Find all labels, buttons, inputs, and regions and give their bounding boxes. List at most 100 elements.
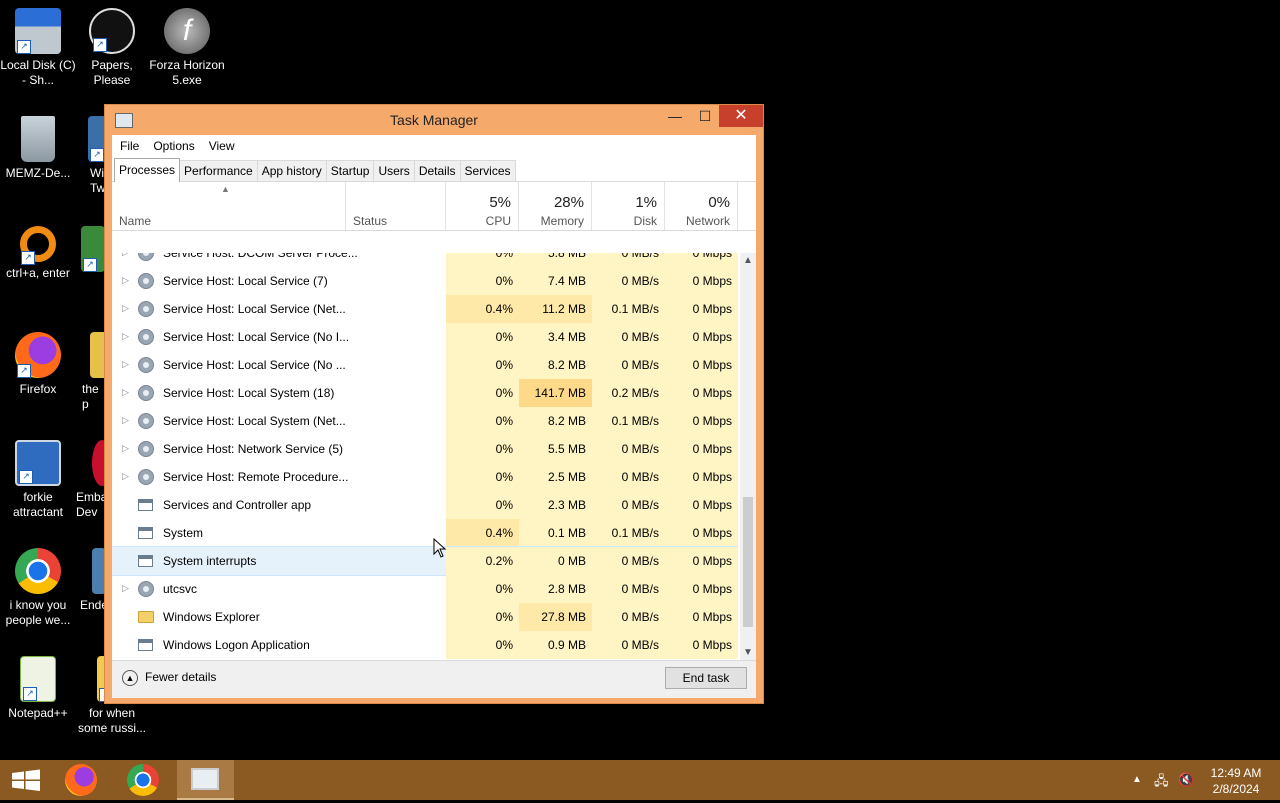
- start-button[interactable]: [0, 760, 54, 800]
- taskbar-chrome[interactable]: [116, 760, 170, 800]
- expand-chevron-icon[interactable]: ▷: [122, 359, 130, 370]
- end-task-button[interactable]: End task: [665, 667, 747, 689]
- app-window-icon: [138, 553, 154, 568]
- minimize-button[interactable]: —: [661, 105, 689, 127]
- desktop-icon-the-p[interactable]: the p: [74, 332, 104, 412]
- show-hidden-icons-icon[interactable]: ▲: [1132, 774, 1142, 785]
- papers-please-icon: ↗: [89, 8, 135, 54]
- process-row[interactable]: ▷ Service Host: Remote Procedure... 0% 2.5 …: [112, 463, 738, 491]
- taskbar-firefox[interactable]: [54, 760, 108, 800]
- process-name: Service Host: Local Service (No I...: [163, 330, 350, 344]
- desktop-icon-firefox[interactable]: ↗ Firefox: [0, 332, 76, 397]
- desktop-icon-papers-please[interactable]: ↗ Papers, Please: [74, 8, 150, 88]
- process-cpu: 0%: [446, 575, 519, 603]
- close-button[interactable]: ✕: [719, 105, 763, 127]
- mouse-cursor-icon: [433, 538, 447, 558]
- gear-icon: [138, 329, 154, 345]
- process-disk: 0 MB/s: [592, 253, 665, 267]
- process-name: Service Host: Local Service (No ...: [163, 358, 346, 372]
- desktop-icon-emba[interactable]: Emba Dev: [74, 440, 104, 520]
- desktop-icon-partial-h[interactable]: ↗: [80, 226, 106, 276]
- column-cpu[interactable]: 5% CPU: [446, 182, 519, 230]
- process-cpu: 0%: [446, 491, 519, 519]
- network-icon[interactable]: 🖧: [1154, 772, 1169, 794]
- menu-view[interactable]: View: [209, 139, 235, 153]
- process-row[interactable]: ▷ Service Host: Local System (Net... 0% 8.2…: [112, 407, 738, 435]
- gear-icon: [138, 385, 154, 401]
- process-row[interactable]: ▷ Service Host: Network Service (5) 0% 5.5 …: [112, 435, 738, 463]
- process-cpu: 0%: [446, 631, 519, 659]
- process-disk: 0 MB/s: [592, 491, 665, 519]
- scroll-up-icon[interactable]: ▲: [740, 253, 756, 269]
- expand-chevron-icon[interactable]: ▷: [122, 387, 130, 398]
- expand-chevron-icon[interactable]: ▷: [122, 253, 130, 258]
- task-manager-icon: [191, 768, 219, 790]
- task-manager-window[interactable]: Task Manager — ☐ ✕ File Options View Pro…: [104, 104, 764, 704]
- tab-processes[interactable]: Processes: [114, 158, 181, 182]
- process-name: utcsvc: [163, 582, 198, 596]
- process-name: Service Host: Local Service (Net...: [163, 302, 346, 316]
- process-memory: 8.2 MB: [519, 407, 592, 435]
- tab-services[interactable]: Services: [459, 160, 516, 181]
- desktop-icon-chrome[interactable]: i know you people we...: [0, 548, 76, 628]
- expand-chevron-icon[interactable]: ▷: [122, 471, 130, 482]
- process-cpu: 0%: [446, 463, 519, 491]
- scroll-thumb[interactable]: [743, 497, 753, 627]
- title-bar[interactable]: Task Manager — ☐ ✕: [105, 105, 763, 135]
- desktop-icon-memz[interactable]: MEMZ-De...: [0, 116, 76, 181]
- column-status[interactable]: Status: [346, 182, 446, 230]
- taskbar-task-manager[interactable]: [177, 760, 234, 800]
- taskbar: ▲ 🖧 🔇 12:49 AM 2/8/2024: [0, 760, 1280, 800]
- desktop-icon-ende[interactable]: Ende: [74, 548, 104, 613]
- clock[interactable]: 12:49 AM 2/8/2024: [1198, 765, 1274, 797]
- process-row[interactable]: Services and Controller app 0% 2.3 MB 0 MB/…: [112, 491, 738, 519]
- expand-chevron-icon[interactable]: ▷: [122, 415, 130, 426]
- process-row[interactable]: Windows Explorer 0% 27.8 MB 0 MB/s 0 Mbps: [112, 603, 738, 631]
- process-disk: 0 MB/s: [592, 631, 665, 659]
- expand-chevron-icon[interactable]: ▷: [122, 443, 130, 454]
- desktop-icon-forza[interactable]: f Forza Horizon 5.exe: [149, 8, 225, 88]
- process-row[interactable]: ▷ Service Host: DCOM Server Proce... 0%5.8…: [112, 253, 738, 267]
- tab-performance[interactable]: Performance: [179, 160, 258, 181]
- tab-startup[interactable]: Startup: [325, 160, 375, 181]
- expand-chevron-icon[interactable]: ▷: [122, 583, 130, 594]
- process-memory: 141.7 MB: [519, 379, 592, 407]
- expand-chevron-icon[interactable]: ▷: [122, 303, 130, 314]
- scroll-down-icon[interactable]: ▼: [740, 645, 756, 661]
- process-network: 0 Mbps: [665, 547, 738, 575]
- vertical-scrollbar[interactable]: ▲ ▼: [740, 253, 756, 661]
- process-row[interactable]: ▷ Service Host: Local Service (7) 0% 7.4 MB…: [112, 267, 738, 295]
- desktop-icon-ctrl-a[interactable]: ↗ ctrl+a, enter: [0, 226, 76, 281]
- desktop-icon-notepadpp[interactable]: ↗ Notepad++: [0, 656, 76, 721]
- column-memory[interactable]: 28% Memory: [519, 182, 592, 230]
- gear-icon: [138, 273, 154, 289]
- desktop-icon-local-disk[interactable]: ↗ Local Disk (C) - Sh...: [0, 8, 76, 88]
- firefox-icon: ↗: [15, 332, 61, 378]
- footer: ▲ Fewer details End task: [112, 660, 756, 698]
- process-row[interactable]: ▷ Service Host: Local System (18) 0% 141.7 …: [112, 379, 738, 407]
- speaker-muted-icon[interactable]: 🔇: [1178, 772, 1194, 788]
- process-row[interactable]: ▷ Service Host: Local Service (Net... 0.4%…: [112, 295, 738, 323]
- process-memory: 0.9 MB: [519, 631, 592, 659]
- app-window-icon: [138, 637, 154, 652]
- tab-details[interactable]: Details: [413, 160, 461, 181]
- process-row[interactable]: ▷ Service Host: Local Service (No ... 0% 8.…: [112, 351, 738, 379]
- menu-options[interactable]: Options: [153, 139, 194, 153]
- column-name[interactable]: ▲ Name: [112, 182, 346, 230]
- menu-file[interactable]: File: [120, 139, 139, 153]
- process-row[interactable]: ▷ utcsvc 0% 2.8 MB 0 MB/s 0 Mbps: [112, 575, 738, 603]
- process-row[interactable]: ▷ Service Host: Local Service (No I... 0% 3…: [112, 323, 738, 351]
- process-name: Windows Explorer: [163, 610, 260, 624]
- tab-app-history[interactable]: App history: [256, 160, 327, 181]
- desktop-icon-forkie[interactable]: ↗ forkie attractant: [0, 440, 76, 520]
- tab-users[interactable]: Users: [373, 160, 415, 181]
- fewer-details-button[interactable]: ▲ Fewer details: [122, 670, 216, 686]
- maximize-button[interactable]: ☐: [691, 105, 719, 127]
- expand-chevron-icon[interactable]: ▷: [122, 331, 130, 342]
- process-row[interactable]: Windows Logon Application 0% 0.9 MB 0 MB/s 0…: [112, 631, 738, 659]
- process-row[interactable]: System interrupts 0.2% 0 MB 0 MB/s 0 Mbps: [112, 546, 738, 576]
- column-disk[interactable]: 1% Disk: [592, 182, 665, 230]
- process-row[interactable]: System 0.4% 0.1 MB 0.1 MB/s 0 Mbps: [112, 519, 738, 547]
- column-network[interactable]: 0% Network: [665, 182, 738, 230]
- expand-chevron-icon[interactable]: ▷: [122, 275, 130, 286]
